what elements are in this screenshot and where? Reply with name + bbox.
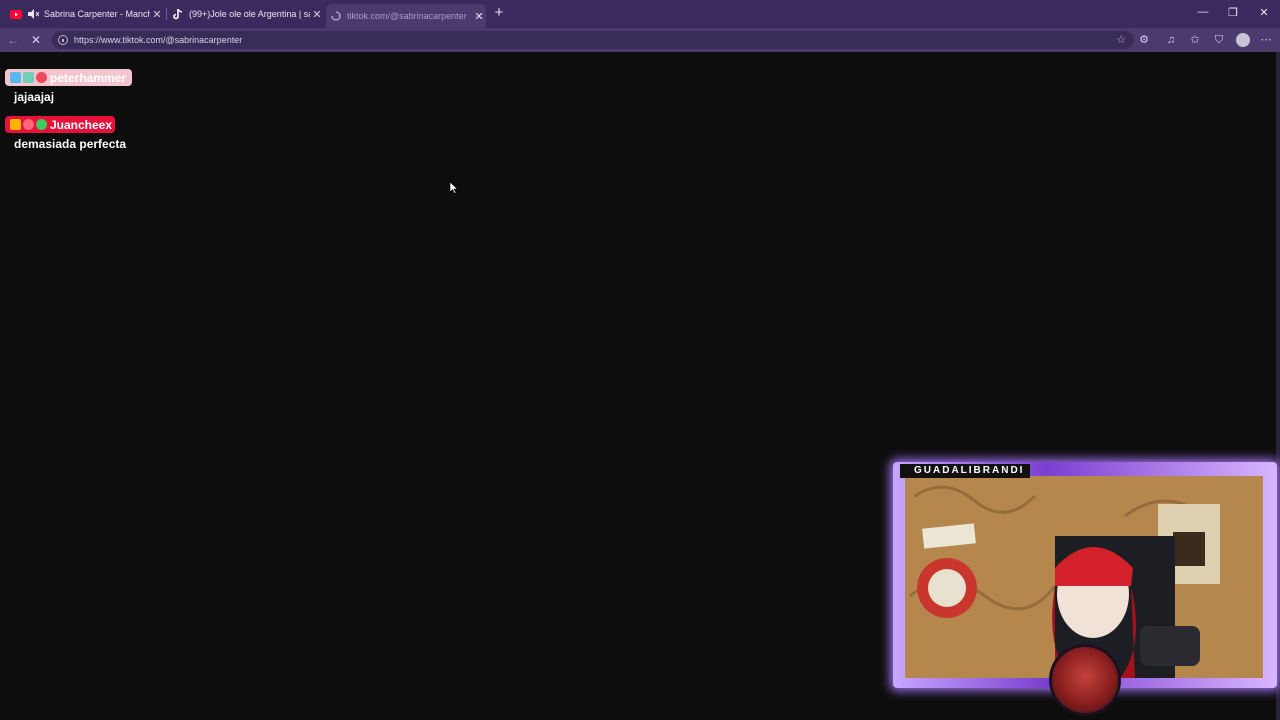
close-icon[interactable]: ✕	[150, 8, 164, 21]
address-url: https://www.tiktok.com/@sabrinacarpenter	[74, 35, 243, 45]
favorites-icon[interactable]: ✩	[1188, 33, 1202, 47]
shield-icon[interactable]: ⛉	[1212, 33, 1226, 47]
crown-icon	[10, 119, 21, 130]
close-window-icon[interactable]: ✕	[1254, 6, 1274, 19]
chat-username: Juancheex	[5, 116, 115, 133]
speaker-icon[interactable]	[27, 8, 39, 20]
badge-icon	[23, 72, 34, 83]
tab-tiktok-argentina[interactable]: (99+)Jole ole ole Argentina | sabrin ✕	[172, 4, 324, 24]
heart-icon	[36, 72, 47, 83]
extension-icon[interactable]: ⚙	[1137, 33, 1151, 47]
tab-youtube[interactable]: Sabrina Carpenter - Manchild ✕	[10, 4, 164, 24]
streamer-label: GUADALIBRANDI	[900, 464, 1031, 478]
menu-icon[interactable]: ⋯	[1259, 33, 1273, 47]
plus-icon[interactable]: +	[491, 5, 507, 21]
browser-toolbar: ← ✕ https://www.tiktok.com/@sabrinacarpe…	[0, 28, 1280, 52]
tiktok-icon	[172, 8, 184, 20]
close-icon[interactable]: ✕	[472, 10, 486, 23]
tab-title: (99+)Jole ole ole Argentina | sabrin	[189, 9, 310, 19]
collections-icon[interactable]: ♫	[1164, 33, 1178, 47]
chat-message-text: demasiada perfecta	[14, 137, 127, 151]
tab-title: tiktok.com/@sabrinacarpenter	[347, 11, 467, 21]
reload-icon[interactable]: ✕	[28, 32, 44, 48]
chat-username-text: Juancheex	[50, 117, 113, 132]
profile-icon[interactable]	[1236, 33, 1250, 47]
chat-username: peterhammer	[5, 69, 132, 86]
badge-icon	[10, 72, 21, 83]
avatar	[1049, 644, 1121, 716]
back-icon[interactable]: ←	[5, 32, 21, 48]
tab-tiktok-sabrina[interactable]: tiktok.com/@sabrinacarpenter ✕	[326, 4, 486, 28]
info-icon[interactable]	[58, 35, 68, 45]
chat-message-text: jajaajaj	[14, 90, 55, 104]
minimize-icon[interactable]: —	[1193, 6, 1213, 18]
badge-icon	[36, 119, 47, 130]
heart-icon	[23, 119, 34, 130]
loading-icon	[330, 10, 342, 22]
tab-separator	[166, 8, 167, 20]
star-icon[interactable]: ☆	[1116, 33, 1126, 46]
tab-title: Sabrina Carpenter - Manchild	[44, 9, 150, 19]
browser-titlebar: Sabrina Carpenter - Manchild ✕ (99+)Jole…	[0, 0, 1280, 28]
restore-icon[interactable]: ❐	[1223, 6, 1243, 19]
youtube-icon	[10, 8, 22, 20]
address-bar[interactable]: https://www.tiktok.com/@sabrinacarpenter…	[52, 31, 1134, 49]
close-icon[interactable]: ✕	[310, 8, 324, 21]
chat-username-text: peterhammer	[50, 70, 127, 85]
